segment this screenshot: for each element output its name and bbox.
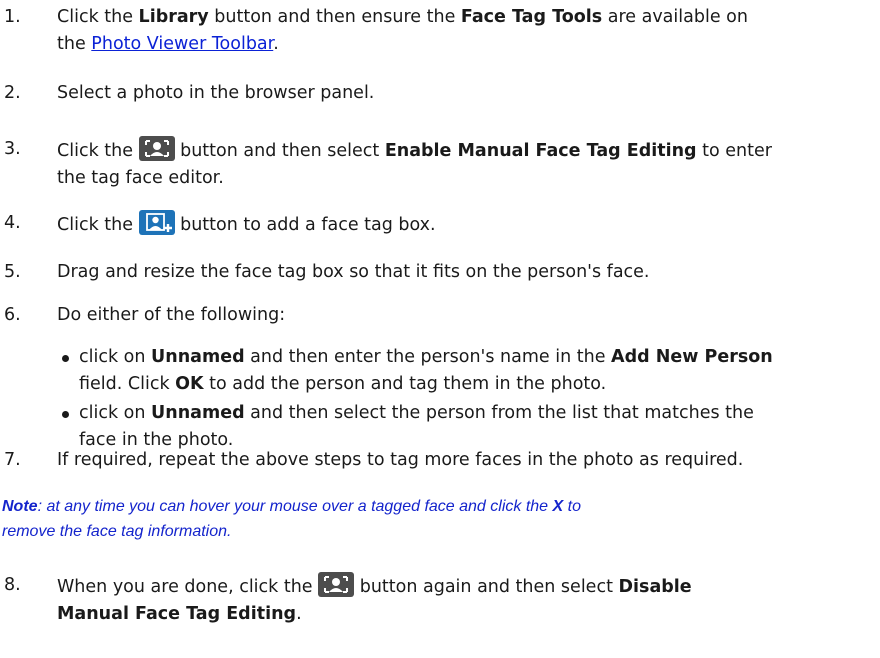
face-tag-icon[interactable]	[318, 572, 355, 597]
face-tag-icon[interactable]	[138, 136, 175, 161]
disable-manual-label: Manual Face Tag Editing	[57, 604, 297, 624]
library-label: Library	[138, 7, 209, 27]
step-number: 1.	[4, 7, 21, 27]
bullet-icon	[62, 355, 69, 362]
face-tag-tools-label: Face Tag Tools	[460, 7, 603, 27]
enable-manual-label: Enable Manual Face Tag Editing	[384, 141, 697, 161]
photo-viewer-toolbar-link[interactable]: Photo Viewer Toolbar	[91, 34, 273, 54]
note: Note: at any time you can hover your mou…	[2, 498, 581, 540]
bullet-icon	[62, 411, 69, 418]
add-face-tag-icon[interactable]	[138, 210, 175, 235]
